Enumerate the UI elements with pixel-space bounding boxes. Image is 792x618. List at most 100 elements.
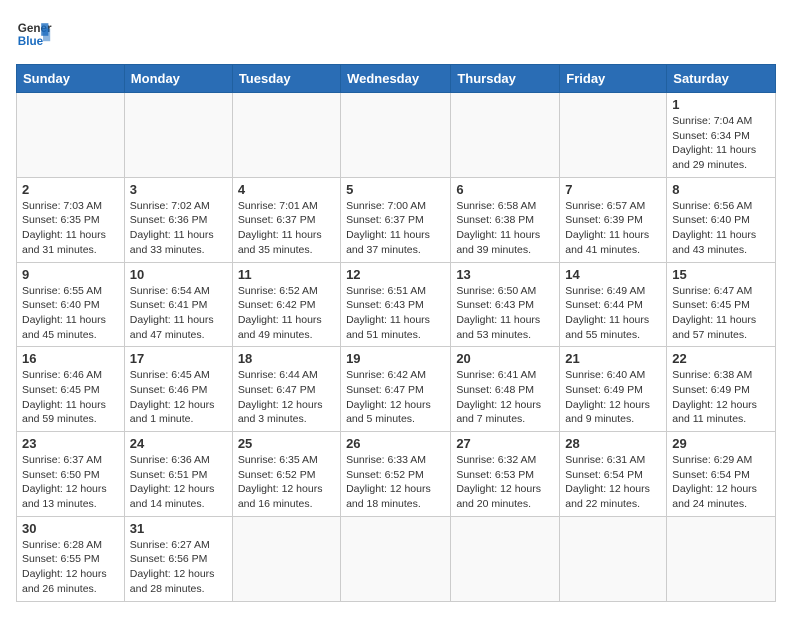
calendar-cell: 16Sunrise: 6:46 AM Sunset: 6:45 PM Dayli… (17, 347, 125, 432)
calendar-cell (232, 93, 340, 178)
day-number: 19 (346, 351, 445, 366)
calendar-cell: 18Sunrise: 6:44 AM Sunset: 6:47 PM Dayli… (232, 347, 340, 432)
day-info: Sunrise: 6:33 AM Sunset: 6:52 PM Dayligh… (346, 453, 445, 512)
day-info: Sunrise: 6:52 AM Sunset: 6:42 PM Dayligh… (238, 284, 335, 343)
calendar-cell: 6 Sunrise: 6:58 AM Sunset: 6:38 PM Daylig… (451, 177, 560, 262)
calendar-cell (341, 516, 451, 601)
calendar-week-5: 23 Sunrise: 6:37 AM Sunset: 6:50 PM Dayli… (17, 432, 776, 517)
calendar-week-2: 2 Sunrise: 7:03 AM Sunset: 6:35 PM Daylig… (17, 177, 776, 262)
day-number: 2 (22, 182, 119, 197)
weekday-header-saturday: Saturday (667, 65, 776, 93)
calendar-cell (341, 93, 451, 178)
day-info: Sunrise: 6:41 AM Sunset: 6:48 PM Dayligh… (456, 368, 554, 427)
day-number: 26 (346, 436, 445, 451)
calendar-week-1: 1 Sunrise: 7:04 AM Sunset: 6:34 PM Daylig… (17, 93, 776, 178)
day-number: 31 (130, 521, 227, 536)
day-number: 30 (22, 521, 119, 536)
day-number: 13 (456, 267, 554, 282)
calendar-cell: 1 Sunrise: 7:04 AM Sunset: 6:34 PM Daylig… (667, 93, 776, 178)
calendar-cell: 8 Sunrise: 6:56 AM Sunset: 6:40 PM Daylig… (667, 177, 776, 262)
calendar-cell: 14 Sunrise: 6:49 AM Sunset: 6:44 PM Dayli… (560, 262, 667, 347)
calendar-cell: 9 Sunrise: 6:55 AM Sunset: 6:40 PM Daylig… (17, 262, 125, 347)
calendar-cell: 3 Sunrise: 7:02 AM Sunset: 6:36 PM Daylig… (124, 177, 232, 262)
day-number: 6 (456, 182, 554, 197)
day-number: 7 (565, 182, 661, 197)
calendar-cell: 15Sunrise: 6:47 AM Sunset: 6:45 PM Dayli… (667, 262, 776, 347)
day-info: Sunrise: 6:36 AM Sunset: 6:51 PM Dayligh… (130, 453, 227, 512)
day-number: 10 (130, 267, 227, 282)
day-number: 27 (456, 436, 554, 451)
day-info: Sunrise: 6:31 AM Sunset: 6:54 PM Dayligh… (565, 453, 661, 512)
day-info: Sunrise: 6:58 AM Sunset: 6:38 PM Dayligh… (456, 199, 554, 258)
calendar-cell: 30 Sunrise: 6:28 AM Sunset: 6:55 PM Dayli… (17, 516, 125, 601)
day-number: 16 (22, 351, 119, 366)
day-number: 14 (565, 267, 661, 282)
calendar-cell: 17Sunrise: 6:45 AM Sunset: 6:46 PM Dayli… (124, 347, 232, 432)
day-info: Sunrise: 6:45 AM Sunset: 6:46 PM Dayligh… (130, 368, 227, 427)
calendar-cell: 29Sunrise: 6:29 AM Sunset: 6:54 PM Dayli… (667, 432, 776, 517)
day-info: Sunrise: 6:27 AM Sunset: 6:56 PM Dayligh… (130, 538, 227, 597)
day-info: Sunrise: 6:55 AM Sunset: 6:40 PM Dayligh… (22, 284, 119, 343)
weekday-header-wednesday: Wednesday (341, 65, 451, 93)
day-info: Sunrise: 7:00 AM Sunset: 6:37 PM Dayligh… (346, 199, 445, 258)
day-info: Sunrise: 6:42 AM Sunset: 6:47 PM Dayligh… (346, 368, 445, 427)
day-number: 25 (238, 436, 335, 451)
day-number: 21 (565, 351, 661, 366)
calendar-cell: 22 Sunrise: 6:38 AM Sunset: 6:49 PM Dayli… (667, 347, 776, 432)
calendar-cell (124, 93, 232, 178)
day-info: Sunrise: 7:03 AM Sunset: 6:35 PM Dayligh… (22, 199, 119, 258)
calendar-cell: 10Sunrise: 6:54 AM Sunset: 6:41 PM Dayli… (124, 262, 232, 347)
day-number: 20 (456, 351, 554, 366)
day-info: Sunrise: 6:37 AM Sunset: 6:50 PM Dayligh… (22, 453, 119, 512)
weekday-header-friday: Friday (560, 65, 667, 93)
calendar-week-3: 9 Sunrise: 6:55 AM Sunset: 6:40 PM Daylig… (17, 262, 776, 347)
day-number: 11 (238, 267, 335, 282)
day-info: Sunrise: 7:02 AM Sunset: 6:36 PM Dayligh… (130, 199, 227, 258)
day-number: 23 (22, 436, 119, 451)
day-number: 4 (238, 182, 335, 197)
day-info: Sunrise: 6:38 AM Sunset: 6:49 PM Dayligh… (672, 368, 770, 427)
day-number: 28 (565, 436, 661, 451)
calendar-cell: 5Sunrise: 7:00 AM Sunset: 6:37 PM Daylig… (341, 177, 451, 262)
day-info: Sunrise: 6:28 AM Sunset: 6:55 PM Dayligh… (22, 538, 119, 597)
day-info: Sunrise: 6:47 AM Sunset: 6:45 PM Dayligh… (672, 284, 770, 343)
calendar-cell: 19 Sunrise: 6:42 AM Sunset: 6:47 PM Dayli… (341, 347, 451, 432)
day-info: Sunrise: 6:49 AM Sunset: 6:44 PM Dayligh… (565, 284, 661, 343)
day-info: Sunrise: 6:50 AM Sunset: 6:43 PM Dayligh… (456, 284, 554, 343)
calendar-cell (560, 516, 667, 601)
calendar-cell: 23 Sunrise: 6:37 AM Sunset: 6:50 PM Dayli… (17, 432, 125, 517)
day-number: 24 (130, 436, 227, 451)
calendar-cell: 25 Sunrise: 6:35 AM Sunset: 6:52 PM Dayli… (232, 432, 340, 517)
logo: General Blue (16, 16, 52, 52)
calendar-cell: 2 Sunrise: 7:03 AM Sunset: 6:35 PM Daylig… (17, 177, 125, 262)
calendar-cell: 26 Sunrise: 6:33 AM Sunset: 6:52 PM Dayli… (341, 432, 451, 517)
day-info: Sunrise: 6:56 AM Sunset: 6:40 PM Dayligh… (672, 199, 770, 258)
day-info: Sunrise: 6:40 AM Sunset: 6:49 PM Dayligh… (565, 368, 661, 427)
calendar-table: SundayMondayTuesdayWednesdayThursdayFrid… (16, 64, 776, 602)
day-info: Sunrise: 6:57 AM Sunset: 6:39 PM Dayligh… (565, 199, 661, 258)
day-number: 3 (130, 182, 227, 197)
weekday-header-thursday: Thursday (451, 65, 560, 93)
calendar-cell: 12Sunrise: 6:51 AM Sunset: 6:43 PM Dayli… (341, 262, 451, 347)
calendar-cell: 13 Sunrise: 6:50 AM Sunset: 6:43 PM Dayli… (451, 262, 560, 347)
weekday-header-tuesday: Tuesday (232, 65, 340, 93)
day-number: 22 (672, 351, 770, 366)
calendar-cell: 7 Sunrise: 6:57 AM Sunset: 6:39 PM Daylig… (560, 177, 667, 262)
day-number: 1 (672, 97, 770, 112)
calendar-cell: 20 Sunrise: 6:41 AM Sunset: 6:48 PM Dayli… (451, 347, 560, 432)
calendar-cell: 31 Sunrise: 6:27 AM Sunset: 6:56 PM Dayli… (124, 516, 232, 601)
weekday-header-sunday: Sunday (17, 65, 125, 93)
calendar-cell (667, 516, 776, 601)
day-number: 12 (346, 267, 445, 282)
calendar-week-6: 30 Sunrise: 6:28 AM Sunset: 6:55 PM Dayli… (17, 516, 776, 601)
day-number: 8 (672, 182, 770, 197)
calendar-cell: 24 Sunrise: 6:36 AM Sunset: 6:51 PM Dayli… (124, 432, 232, 517)
calendar-cell (232, 516, 340, 601)
day-number: 9 (22, 267, 119, 282)
calendar-cell: 21 Sunrise: 6:40 AM Sunset: 6:49 PM Dayli… (560, 347, 667, 432)
calendar-week-4: 16Sunrise: 6:46 AM Sunset: 6:45 PM Dayli… (17, 347, 776, 432)
day-number: 18 (238, 351, 335, 366)
weekday-header-monday: Monday (124, 65, 232, 93)
day-info: Sunrise: 6:35 AM Sunset: 6:52 PM Dayligh… (238, 453, 335, 512)
day-info: Sunrise: 7:04 AM Sunset: 6:34 PM Dayligh… (672, 114, 770, 173)
